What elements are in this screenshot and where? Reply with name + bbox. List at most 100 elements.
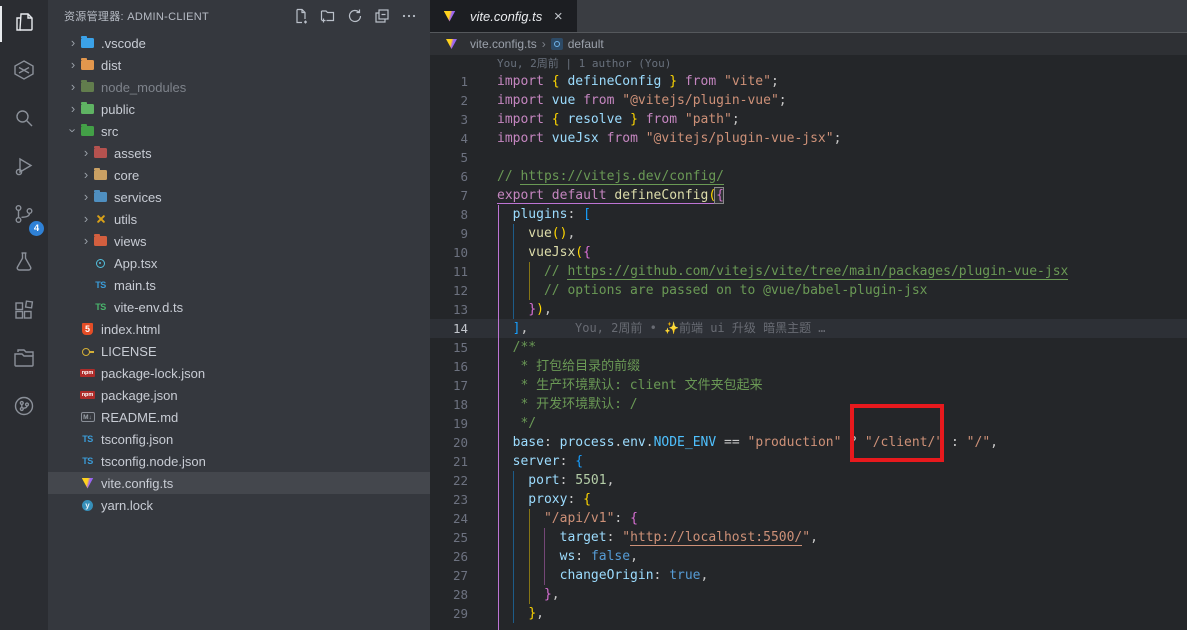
tree-item-license[interactable]: LICENSE xyxy=(48,340,430,362)
tree-item-index.html[interactable]: 5index.html xyxy=(48,318,430,340)
code-text: vue(), xyxy=(497,224,575,243)
chevron-down-icon[interactable]: › xyxy=(66,123,81,137)
tree-item-assets[interactable]: ›assets xyxy=(48,142,430,164)
code-line-12[interactable]: 12 // options are passed on to @vue/babe… xyxy=(430,281,1187,300)
code-line-18[interactable]: 18 * 开发环境默认: / xyxy=(430,395,1187,414)
code-line-5[interactable]: 5 xyxy=(430,148,1187,167)
code-line-10[interactable]: 10 vueJsx({ xyxy=(430,243,1187,262)
code-line-22[interactable]: 22 port: 5501, xyxy=(430,471,1187,490)
chevron-right-icon[interactable]: › xyxy=(79,145,93,160)
tree-item-src[interactable]: ›src xyxy=(48,120,430,142)
explorer-sidebar: 资源管理器: ADMIN-CLIENT ›.vscode›dist›node_m… xyxy=(48,0,430,630)
tree-item-app.tsx[interactable]: App.tsx xyxy=(48,252,430,274)
run-debug-activity-button[interactable] xyxy=(0,144,48,192)
code-line-24[interactable]: 24 "/api/v1": { xyxy=(430,509,1187,528)
more-actions-icon[interactable] xyxy=(400,7,418,25)
tree-item-services[interactable]: ›services xyxy=(48,186,430,208)
tree-item-package.json[interactable]: npmpackage.json xyxy=(48,384,430,406)
code-line-25[interactable]: 25 target: "http://localhost:5500/", xyxy=(430,528,1187,547)
breadcrumb-symbol[interactable]: default xyxy=(568,37,604,51)
collapse-all-icon[interactable] xyxy=(373,7,391,25)
code-line-15[interactable]: 15 /** xyxy=(430,338,1187,357)
tree-item-label: package-lock.json xyxy=(101,366,205,381)
tree-item-tsconfig.node.json[interactable]: TStsconfig.node.json xyxy=(48,450,430,472)
code-line-17[interactable]: 17 * 生产环境默认: client 文件夹包起来 xyxy=(430,376,1187,395)
code-line-9[interactable]: 9 vue(), xyxy=(430,224,1187,243)
code-area[interactable]: You, 2周前 | 1 author (You)1import { defin… xyxy=(430,55,1187,630)
tree-item-node-modules[interactable]: ›node_modules xyxy=(48,76,430,98)
explorer-activity-button[interactable] xyxy=(0,0,48,48)
tree-item-public[interactable]: ›public xyxy=(48,98,430,120)
code-line-2[interactable]: 2import vue from "@vitejs/plugin-vue"; xyxy=(430,91,1187,110)
code-line-11[interactable]: 11 // https://github.com/vitejs/vite/tre… xyxy=(430,262,1187,281)
tree-item-core[interactable]: ›core xyxy=(48,164,430,186)
tree-item-dist[interactable]: › dist xyxy=(48,54,430,76)
code-text: // https://github.com/vitejs/vite/tree/m… xyxy=(497,262,1068,281)
test-flask-activity-button[interactable] xyxy=(0,240,48,288)
tree-item-label: views xyxy=(114,234,147,249)
code-line-26[interactable]: 26 ws: false, xyxy=(430,547,1187,566)
code-line-3[interactable]: 3import { resolve } from "path"; xyxy=(430,110,1187,129)
code-line-28[interactable]: 28 }, xyxy=(430,585,1187,604)
code-text: changeOrigin: true, xyxy=(497,566,708,585)
code-line-16[interactable]: 16 * 打包给目录的前缀 xyxy=(430,357,1187,376)
source-control-activity-button[interactable]: 4 xyxy=(0,192,48,240)
new-folder-icon[interactable] xyxy=(319,7,337,25)
gitlens-activity-button[interactable] xyxy=(0,384,48,432)
tree-item-yarn.lock[interactable]: yyarn.lock xyxy=(48,494,430,516)
vite-icon xyxy=(80,476,95,491)
line-number: 17 xyxy=(430,376,468,395)
breadcrumb-file[interactable]: vite.config.ts xyxy=(470,37,537,51)
tree-item-vite.config.ts[interactable]: vite.config.ts xyxy=(48,472,430,494)
chevron-right-icon[interactable]: › xyxy=(79,211,93,226)
folder-library-icon xyxy=(12,346,36,375)
code-line-1[interactable]: 1import { defineConfig } from "vite"; xyxy=(430,72,1187,91)
tree-item-label: README.md xyxy=(101,410,178,425)
close-icon[interactable]: × xyxy=(549,8,567,25)
explorer-icon xyxy=(12,10,36,39)
tree-item-readme.md[interactable]: M↓README.md xyxy=(48,406,430,428)
tree-item-views[interactable]: › views xyxy=(48,230,430,252)
chevron-right-icon[interactable]: › xyxy=(79,167,93,182)
tree-item-package-lock.json[interactable]: npmpackage-lock.json xyxy=(48,362,430,384)
tree-item-label: index.html xyxy=(101,322,160,337)
code-line-8[interactable]: 8 plugins: [ xyxy=(430,205,1187,224)
code-text: ws: false, xyxy=(497,547,638,566)
code-line-6[interactable]: 6// https://vitejs.dev/config/ xyxy=(430,167,1187,186)
chevron-right-icon[interactable]: › xyxy=(66,57,80,72)
code-line-23[interactable]: 23 proxy: { xyxy=(430,490,1187,509)
code-line-20[interactable]: 20 base: process.env.NODE_ENV == "produc… xyxy=(430,433,1187,452)
tree-item-label: dist xyxy=(101,58,121,73)
tree-item-main.ts[interactable]: TSmain.ts xyxy=(48,274,430,296)
refresh-icon[interactable] xyxy=(346,7,364,25)
tree-item-vite-env.d.ts[interactable]: TSvite-env.d.ts xyxy=(48,296,430,318)
code-line-27[interactable]: 27 changeOrigin: true, xyxy=(430,566,1187,585)
search-activity-button[interactable] xyxy=(0,96,48,144)
folder-library-activity-button[interactable] xyxy=(0,336,48,384)
code-text: target: "http://localhost:5500/", xyxy=(497,528,818,547)
chevron-right-icon[interactable]: › xyxy=(66,79,80,94)
code-line-29[interactable]: 29 }, xyxy=(430,604,1187,623)
chevron-right-icon[interactable]: › xyxy=(79,189,93,204)
tree-item-.vscode[interactable]: ›.vscode xyxy=(48,32,430,54)
new-file-icon[interactable] xyxy=(292,7,310,25)
chevron-right-icon[interactable]: › xyxy=(66,101,80,116)
gitlens-file-blame[interactable]: You, 2周前 | 1 author (You) xyxy=(497,55,671,72)
tab-vite-config-ts[interactable]: vite.config.ts × xyxy=(430,0,577,32)
code-line-7[interactable]: 7export default defineConfig({ xyxy=(430,186,1187,205)
code-line-13[interactable]: 13 }), xyxy=(430,300,1187,319)
tree-item-tsconfig.json[interactable]: TStsconfig.json xyxy=(48,428,430,450)
editor-group: vite.config.ts × vite.config.ts › defaul… xyxy=(430,0,1187,630)
vs-logo-activity-button[interactable] xyxy=(0,48,48,96)
code-line-21[interactable]: 21 server: { xyxy=(430,452,1187,471)
explorer-header: 资源管理器: ADMIN-CLIENT xyxy=(48,0,430,32)
tree-item-utils[interactable]: ›utils xyxy=(48,208,430,230)
chevron-right-icon[interactable]: › xyxy=(79,233,93,248)
chevron-right-icon[interactable]: › xyxy=(66,35,80,50)
code-line-4[interactable]: 4import vueJsx from "@vitejs/plugin-vue-… xyxy=(430,129,1187,148)
line-number: 1 xyxy=(430,72,468,91)
extensions-activity-button[interactable] xyxy=(0,288,48,336)
src-folder-icon xyxy=(80,124,95,139)
gitlens-inline-blame: You, 2周前 • ✨前端 ui 升级 暗黑主题 … xyxy=(575,319,826,338)
code-line-19[interactable]: 19 */ xyxy=(430,414,1187,433)
